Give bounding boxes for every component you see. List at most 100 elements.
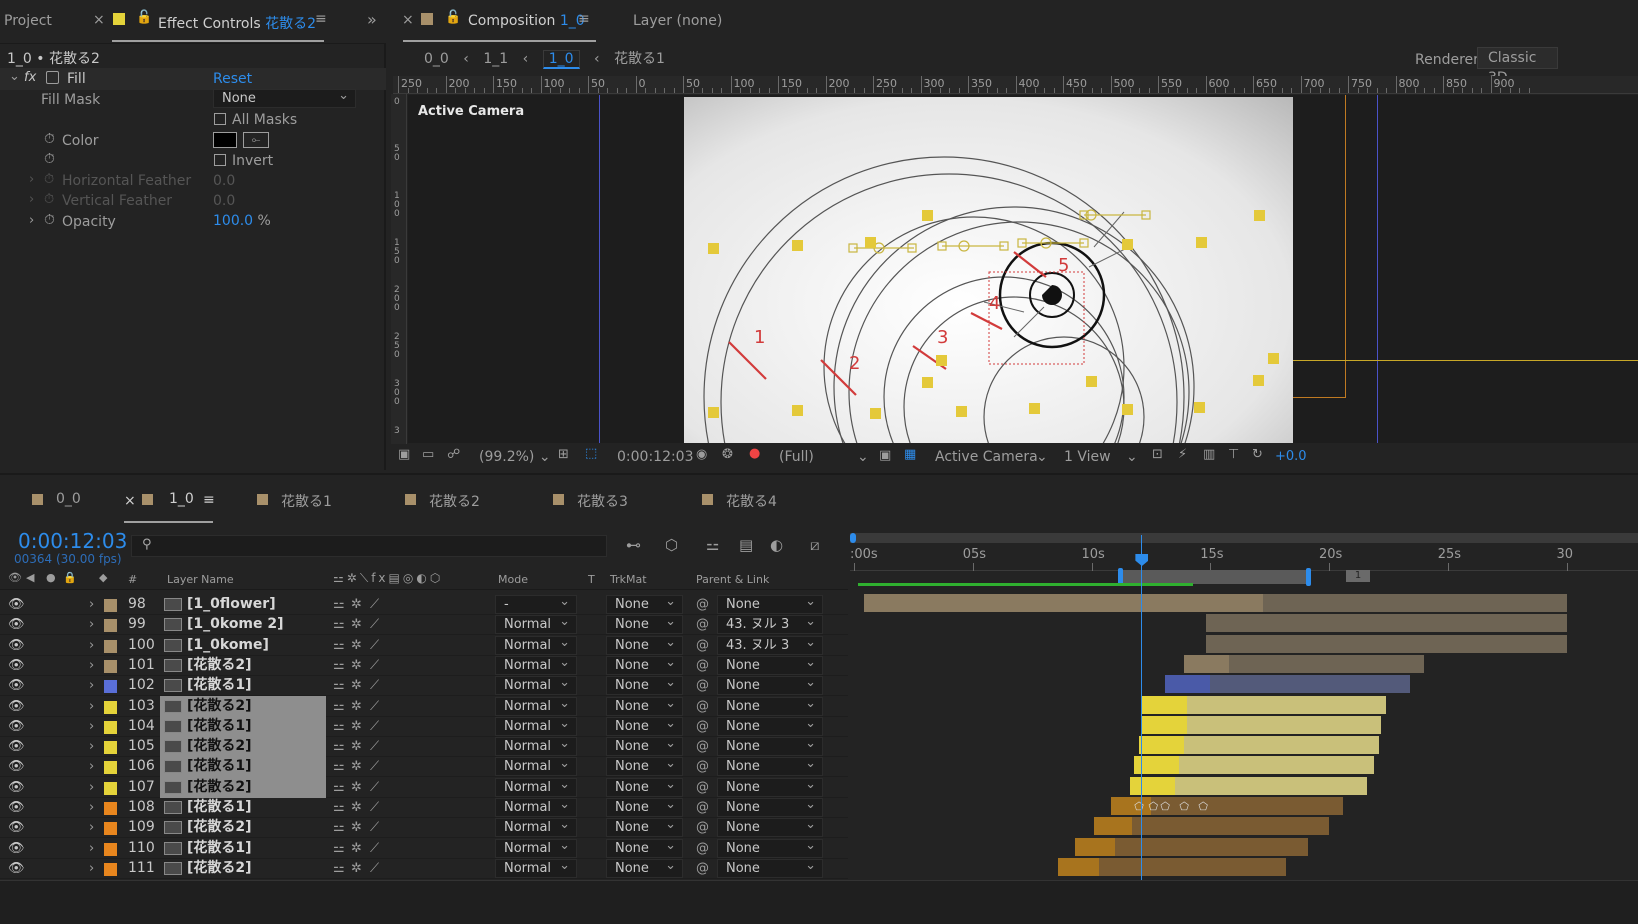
trkmat-select[interactable]: None (606, 613, 683, 635)
layer-name[interactable]: [花散る2] (187, 777, 252, 798)
chevron-right-icon[interactable]: › (89, 594, 94, 615)
keyframe-marker[interactable] (708, 407, 719, 418)
mode-select[interactable]: Normal (495, 796, 577, 817)
mode-select[interactable]: Normal (495, 816, 577, 838)
close-icon[interactable]: × (124, 493, 136, 509)
eye-icon[interactable]: 👁 (8, 736, 25, 757)
comp-marker[interactable]: 1 (1346, 570, 1370, 582)
trkmat-header[interactable]: TrkMat (610, 573, 647, 586)
current-timecode[interactable]: 0:00:12:03 (18, 529, 127, 553)
layer-name[interactable]: [花散る1] (187, 797, 252, 818)
tab-effect-controls[interactable]: Effect Controls 花散る2 (158, 13, 316, 33)
layer-name[interactable]: [花散る2] (187, 858, 252, 879)
mode-header[interactable]: Mode (498, 573, 528, 586)
pickwhip-icon[interactable]: @ (696, 817, 709, 838)
layer-bar-head[interactable] (1093, 817, 1132, 836)
layer-name[interactable]: [1_0kome] (187, 635, 269, 656)
layer-bar-head[interactable] (1141, 695, 1187, 714)
quality-switch-icon[interactable]: ⟋ (370, 675, 379, 696)
layer-row[interactable]: 👁 › 105 [花散る2] ⚍ ✲ ⟋ Normal None @ None (0, 735, 848, 758)
eye-icon[interactable]: 👁 (8, 635, 25, 656)
parent-select[interactable]: None (717, 715, 823, 736)
track-area[interactable]: ⬠ ⬠ ⬠ ⬠ ⬠ (850, 590, 1638, 880)
shy-switch-icon[interactable]: ⚍ (333, 635, 345, 656)
eye-icon[interactable]: 👁 (8, 655, 25, 676)
navigator-handle[interactable] (850, 533, 856, 543)
pickwhip-icon[interactable]: @ (696, 797, 709, 818)
mode-select[interactable]: Normal (495, 857, 577, 878)
flowchart-icon[interactable]: ⊤ (1228, 447, 1239, 462)
pickwhip-icon[interactable]: @ (696, 614, 709, 635)
lock-icon[interactable]: 🔒 (63, 571, 77, 584)
keyframe-marker[interactable] (792, 240, 803, 251)
layer-label-swatch[interactable] (104, 619, 117, 633)
layer-label-swatch[interactable] (104, 720, 117, 734)
collapse-switch-icon[interactable]: ✲ (351, 675, 362, 696)
parent-select[interactable]: None (717, 735, 823, 757)
parent-select[interactable]: None (717, 674, 823, 696)
work-area-end-handle[interactable] (1306, 568, 1311, 586)
eyedropper-icon[interactable]: ⟜ (243, 132, 269, 148)
region-icon[interactable]: ▣ (879, 448, 891, 463)
keyframe-icon[interactable]: ⬠ (1149, 800, 1159, 813)
quality-switch-icon[interactable]: ⟋ (370, 736, 379, 757)
keyframe-icon[interactable]: ⬠ (1179, 800, 1189, 813)
layer-row[interactable]: 👁 › 110 [花散る1] ⚍ ✲ ⟋ Normal None @ None (0, 837, 848, 859)
lock-icon[interactable]: 🔓 (445, 10, 461, 25)
collapse-switch-icon[interactable]: ✲ (351, 594, 362, 615)
opacity-value[interactable]: 100.0 % (213, 213, 271, 229)
tab-layer[interactable]: Layer (none) (633, 13, 722, 29)
collapse-switch-icon[interactable]: ✲ (351, 635, 362, 656)
collapse-switch-icon[interactable]: ✲ (351, 696, 362, 717)
layer-bar-head[interactable] (1165, 675, 1211, 694)
layer-row[interactable]: 👁 › 100 [1_0kome] ⚍ ✲ ⟋ Normal None @43. ヌル 3 (0, 634, 848, 656)
lock-icon[interactable]: 🔓 (136, 10, 152, 25)
collapse-switch-icon[interactable]: ✲ (351, 736, 362, 757)
shy-switch-icon[interactable]: ⚍ (333, 838, 345, 859)
solo-icon[interactable]: ● (46, 571, 56, 584)
quality-switch-icon[interactable]: ⟋ (370, 614, 379, 635)
chevron-right-icon[interactable]: › (89, 797, 94, 818)
mode-select[interactable]: Normal (495, 837, 577, 858)
eye-icon[interactable]: 👁 (8, 594, 25, 615)
pickwhip-icon[interactable]: @ (696, 696, 709, 717)
layer-bar-head[interactable] (1058, 857, 1099, 876)
keyframe-marker[interactable] (1122, 239, 1133, 250)
pickwhip-icon[interactable]: @ (696, 777, 709, 798)
keyframe-marker[interactable] (708, 243, 719, 254)
tab-composition[interactable]: Composition 1_0 (468, 13, 585, 29)
eye-icon[interactable]: 👁 (8, 838, 25, 859)
mode-select[interactable]: Normal (495, 613, 577, 635)
resolution-select[interactable]: (Full) ⌄ (779, 449, 869, 465)
mode-select[interactable]: Normal (495, 755, 577, 777)
layer-row[interactable]: 👁 › 107 [花散る2] ⚍ ✲ ⟋ Normal None @ None (0, 776, 848, 798)
quality-switch-icon[interactable]: ⟋ (370, 838, 379, 859)
fill-mask-select[interactable]: None (213, 87, 356, 108)
eye-icon[interactable]: 👁 (8, 817, 25, 838)
eye-icon[interactable]: 👁 (8, 675, 25, 696)
trkmat-select[interactable]: None (606, 715, 683, 736)
shy-switch-icon[interactable]: ⚍ (333, 797, 345, 818)
mode-select[interactable]: Normal (495, 634, 577, 655)
layer-row[interactable]: 👁 › 98 [1_0flower] ⚍ ✲ ⟋ - None @ None (0, 593, 848, 615)
work-area[interactable] (1120, 570, 1310, 584)
chevron-right-icon[interactable]: › (29, 213, 34, 228)
trkmat-select[interactable]: None (606, 837, 683, 858)
pickwhip-icon[interactable]: @ (696, 675, 709, 696)
reset-exposure-icon[interactable]: ↻ (1252, 447, 1263, 462)
chevron-right-icon[interactable]: » (367, 10, 377, 29)
stopwatch-icon[interactable]: ⏱ (44, 212, 55, 228)
keyframe-marker[interactable] (936, 355, 947, 366)
quality-switch-icon[interactable]: ⟋ (370, 594, 379, 615)
quality-switch-icon[interactable]: ⟋ (370, 635, 379, 656)
mode-select[interactable]: Normal (495, 695, 577, 716)
playhead[interactable] (1135, 535, 1149, 883)
layer-row[interactable]: 👁 › 103 [花散る2] ⚍ ✲ ⟋ Normal None @ None (0, 695, 848, 717)
pickwhip-icon[interactable]: @ (696, 736, 709, 757)
trkmat-select[interactable]: None (606, 816, 683, 838)
fast-preview-icon[interactable]: ⚡ (1178, 447, 1187, 462)
quality-switch-icon[interactable]: ⟋ (370, 777, 379, 798)
eye-icon[interactable]: 👁 (8, 858, 25, 879)
channel-icon[interactable]: ● (749, 446, 760, 461)
parent-select[interactable]: None (717, 695, 823, 716)
